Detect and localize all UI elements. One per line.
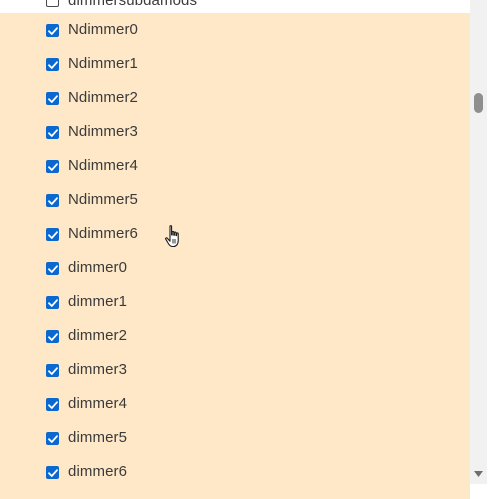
list-item-label: dimmer1 [68, 293, 128, 310]
scrollbar-thumb[interactable] [474, 93, 483, 113]
checkbox-checked[interactable] [46, 262, 59, 275]
checkbox-checked[interactable] [46, 58, 59, 71]
list-item[interactable]: Ndimmer5 [0, 183, 470, 217]
checkbox-checked[interactable] [46, 466, 59, 479]
list-item[interactable]: dimmer3 [0, 353, 470, 387]
list-item-label: dimmersubdamods [68, 0, 198, 9]
list-item[interactable]: Ndimmer3 [0, 115, 470, 149]
checkbox-checked[interactable] [46, 92, 59, 105]
checkmark-icon [47, 128, 58, 137]
checkmark-icon [47, 162, 58, 171]
checkbox-checked[interactable] [46, 126, 59, 139]
list-item[interactable]: Ndimmer6 [0, 217, 470, 251]
list-item[interactable]: Ndimmer1 [0, 47, 470, 81]
checkbox-checked[interactable] [46, 160, 59, 173]
checkbox-checked[interactable] [46, 330, 59, 343]
list-item[interactable]: dimmer0 [0, 251, 470, 285]
checkbox-checked[interactable] [46, 194, 59, 207]
list-item-label: dimmer0 [68, 259, 128, 276]
checkmark-icon [47, 94, 58, 103]
checkbox-list-view: dimmersubdamods Ndimmer0 Ndimmer1 Ndimmer2… [0, 0, 497, 499]
checkbox-checked[interactable] [46, 228, 59, 241]
list-item-label: Ndimmer0 [68, 21, 138, 38]
list-item[interactable]: dimmer1 [0, 285, 470, 319]
checkbox-checked[interactable] [46, 364, 59, 377]
list-item-label: Ndimmer5 [68, 191, 138, 208]
list-item[interactable]: Ndimmer0 [0, 13, 470, 47]
checkbox-checked[interactable] [46, 398, 59, 411]
list-item-partial[interactable]: dimmersubdamods [0, 0, 470, 13]
checkmark-icon [47, 264, 58, 273]
checkmark-icon [47, 366, 58, 375]
checkmark-icon [47, 434, 58, 443]
checkmark-icon [47, 230, 58, 239]
list-item[interactable]: dimmer4 [0, 387, 470, 421]
vertical-scrollbar[interactable] [470, 0, 487, 484]
list-item-label: Ndimmer6 [68, 225, 138, 242]
list-item-label: dimmer3 [68, 361, 128, 378]
checkmark-icon [47, 26, 58, 35]
checkbox-unchecked[interactable] [46, 0, 59, 7]
checkbox-checked[interactable] [46, 432, 59, 445]
list-item[interactable]: dimmer2 [0, 319, 470, 353]
checkmark-icon [47, 468, 58, 477]
scroll-down-arrow-icon[interactable] [473, 469, 484, 479]
checkmark-icon [47, 60, 58, 69]
triangle-down-icon [474, 471, 483, 477]
checkmark-icon [47, 196, 58, 205]
list-item[interactable]: dimmer6 [0, 455, 470, 489]
checkbox-checked[interactable] [46, 296, 59, 309]
checkmark-icon [47, 332, 58, 341]
list-item-label: dimmer4 [68, 395, 128, 412]
list-item-label: dimmer2 [68, 327, 128, 344]
checkbox-checked[interactable] [46, 24, 59, 37]
checkmark-icon [47, 298, 58, 307]
list-item-label: Ndimmer3 [68, 123, 138, 140]
list-item-label: Ndimmer1 [68, 55, 138, 72]
list-item[interactable]: dimmer5 [0, 421, 470, 455]
checkmark-icon [47, 400, 58, 409]
list-item[interactable]: Ndimmer2 [0, 81, 470, 115]
list-item-label: dimmer6 [68, 463, 128, 480]
list-item[interactable]: Ndimmer4 [0, 149, 470, 183]
list-item-label: Ndimmer4 [68, 157, 138, 174]
checkbox-list: dimmersubdamods Ndimmer0 Ndimmer1 Ndimmer2… [0, 0, 470, 499]
list-item-label: dimmer5 [68, 429, 128, 446]
list-item-label: Ndimmer2 [68, 89, 138, 106]
